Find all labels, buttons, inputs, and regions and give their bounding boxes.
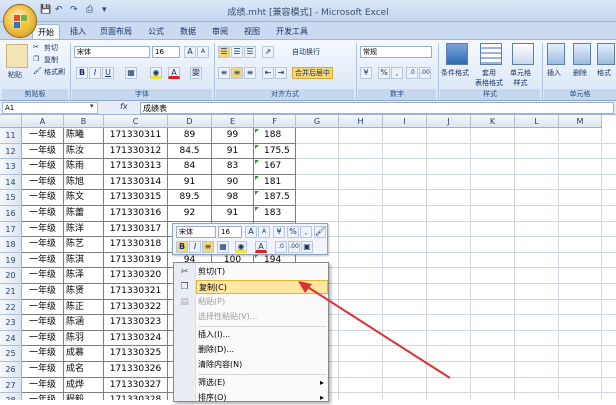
arrow-shaft — [302, 283, 451, 379]
arrow-head — [298, 281, 312, 293]
annotation-arrow — [298, 281, 451, 379]
